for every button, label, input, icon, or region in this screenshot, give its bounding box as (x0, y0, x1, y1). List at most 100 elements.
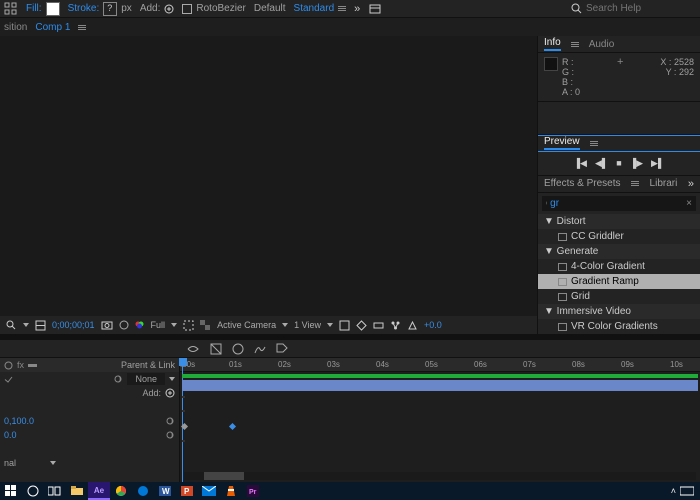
zero-value[interactable]: 0.0 (4, 430, 17, 440)
frame-blend-icon[interactable] (210, 343, 222, 355)
shy-icon[interactable] (186, 343, 200, 355)
effects-search-input[interactable] (550, 198, 682, 209)
blend-mode-row[interactable]: nal (0, 456, 179, 470)
pixel-aspect-icon[interactable] (339, 320, 350, 331)
tab-audio[interactable]: Audio (589, 39, 615, 50)
show-snapshot-icon[interactable] (119, 320, 129, 330)
search-icon[interactable] (571, 3, 582, 14)
fill-swatch[interactable] (46, 2, 60, 16)
timecode-display[interactable]: 0;00;00;01 (52, 320, 95, 330)
viewer-canvas[interactable] (0, 36, 537, 316)
preview-menu-icon[interactable] (590, 141, 598, 146)
blend-mode-arrow-icon[interactable] (50, 461, 56, 465)
chrome-icon[interactable] (110, 482, 132, 500)
libraries-tab[interactable]: Librari (650, 178, 678, 189)
region-icon[interactable] (183, 320, 194, 331)
graph-editor-icon[interactable] (254, 343, 266, 355)
label-header-icon[interactable]: fx (17, 360, 24, 370)
last-frame-button[interactable]: ▶▌ (651, 158, 664, 169)
effects-category[interactable]: ▼ Immersive Video (538, 304, 700, 319)
switches-icon[interactable] (28, 361, 37, 370)
effects-item[interactable]: CC Griddler (538, 229, 700, 244)
effects-item[interactable]: Gradient Ramp (538, 274, 700, 289)
effects-overflow-icon[interactable]: » (688, 178, 694, 190)
property-zero[interactable]: 0.0 (0, 428, 179, 442)
add-icon[interactable] (164, 4, 174, 14)
composition-tab[interactable]: sition (4, 22, 27, 33)
comp-flowchart-icon[interactable] (35, 320, 46, 331)
timeline-tracks[interactable]: :00s01s02s03s04s05s06s07s08s09s10s (180, 358, 700, 482)
effects-search-clear-icon[interactable]: × (686, 198, 692, 209)
snapshot-icon[interactable] (101, 320, 113, 330)
time-ruler[interactable]: :00s01s02s03s04s05s06s07s08s09s10s (180, 358, 700, 372)
overflow-icon[interactable]: » (354, 3, 360, 15)
stroke-swatch[interactable] (103, 2, 117, 16)
workspace-menu-icon[interactable] (338, 6, 346, 11)
anchor-value[interactable]: 0,100.0 (4, 416, 34, 426)
tab-info[interactable]: Info (544, 37, 561, 51)
pickwhip-icon-3[interactable] (165, 430, 175, 440)
after-effects-icon[interactable]: Ae (88, 482, 110, 500)
home-icon[interactable] (368, 3, 382, 15)
fast-preview-icon[interactable] (356, 320, 367, 331)
layer-duration-bar[interactable] (182, 380, 698, 391)
comp-name[interactable]: Comp 1 (35, 22, 70, 33)
timeline-icon[interactable] (373, 320, 384, 331)
renderer-icon[interactable] (407, 320, 418, 331)
start-button[interactable] (0, 482, 22, 500)
resolution-dropdown[interactable]: Full (151, 320, 166, 330)
property-anchor[interactable]: 0,100.0 (0, 414, 179, 428)
effects-item[interactable]: Grid (538, 289, 700, 304)
resolution-arrow-icon[interactable] (171, 323, 177, 327)
parent-dropdown-arrow-icon[interactable] (169, 377, 175, 381)
channel-icon[interactable] (135, 320, 145, 330)
premiere-icon[interactable]: Pr (242, 482, 264, 500)
keyboard-icon[interactable] (680, 486, 694, 496)
av-features-icon[interactable] (4, 361, 13, 370)
tag-icon[interactable] (276, 343, 288, 355)
parent-none-dropdown[interactable]: None (127, 373, 165, 385)
comp-menu-icon[interactable] (78, 25, 86, 30)
vlc-icon[interactable] (220, 482, 242, 500)
info-menu-icon[interactable] (571, 42, 579, 47)
zoom-dropdown-icon[interactable] (23, 323, 29, 327)
effects-item[interactable]: VR Color Gradients (538, 319, 700, 334)
file-explorer-icon[interactable] (66, 482, 88, 500)
preview-title[interactable]: Preview (544, 136, 580, 150)
view-arrow-icon[interactable] (327, 323, 333, 327)
app-icon[interactable] (4, 2, 18, 16)
tray-up-icon[interactable]: ˄ (671, 486, 676, 496)
layer-row-1[interactable]: None (0, 372, 179, 386)
view-count-dropdown[interactable]: 1 View (294, 320, 321, 330)
stroke-width-unit[interactable]: px (121, 3, 132, 14)
effects-item[interactable]: 4-Color Gradient (538, 259, 700, 274)
camera-dropdown[interactable]: Active Camera (217, 320, 276, 330)
effects-menu-icon[interactable] (631, 181, 639, 186)
motion-blur-icon[interactable] (232, 343, 244, 355)
magnify-icon[interactable] (6, 320, 17, 331)
comp-mini-flowchart-icon[interactable] (390, 320, 401, 331)
powerpoint-icon[interactable]: P (176, 482, 198, 500)
rotobezier-checkbox[interactable] (182, 4, 192, 14)
next-frame-button[interactable]: ▐▶ (630, 158, 643, 169)
blend-mode-value[interactable]: nal (4, 458, 16, 468)
search-help-input[interactable] (586, 3, 696, 14)
timeline-scroll-thumb[interactable] (204, 472, 244, 480)
first-frame-button[interactable]: ▐◀ (574, 158, 587, 169)
transparency-grid-icon[interactable] (200, 320, 211, 331)
task-view-icon[interactable] (44, 482, 66, 500)
add-property-icon[interactable] (165, 388, 175, 398)
keyframe-2[interactable] (229, 423, 236, 430)
workspace-standard[interactable]: Standard (294, 3, 335, 14)
effects-category[interactable]: ▼ Generate (538, 244, 700, 259)
layer-toggle-icon[interactable] (4, 375, 13, 384)
edge-icon[interactable] (132, 482, 154, 500)
workspace-default[interactable]: Default (254, 3, 286, 14)
camera-arrow-icon[interactable] (282, 323, 288, 327)
pickwhip-icon-2[interactable] (165, 416, 175, 426)
word-icon[interactable]: W (154, 482, 176, 500)
prev-frame-button[interactable]: ◀▌ (595, 158, 608, 169)
exposure-value[interactable]: +0.0 (424, 320, 442, 330)
cortana-icon[interactable] (22, 482, 44, 500)
effects-title[interactable]: Effects & Presets (544, 178, 621, 189)
